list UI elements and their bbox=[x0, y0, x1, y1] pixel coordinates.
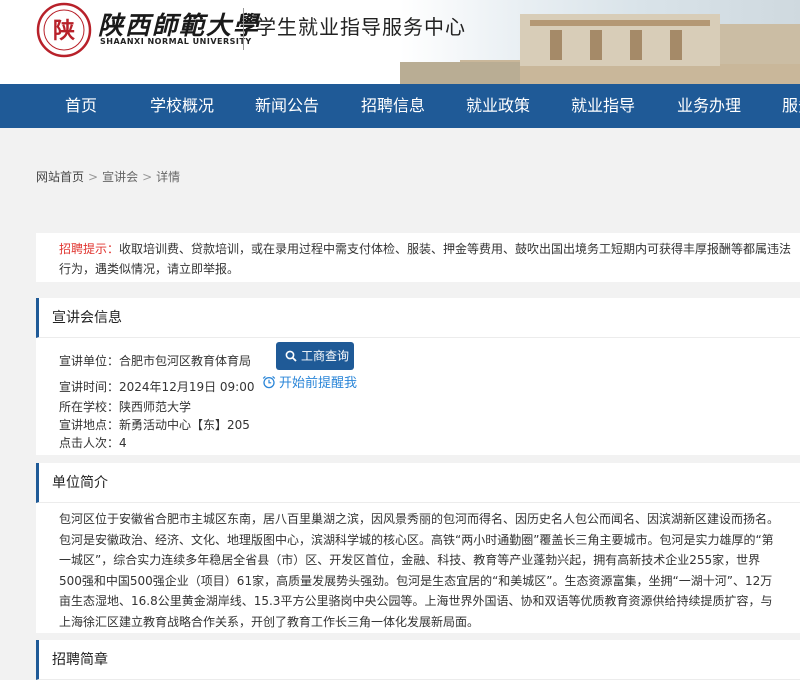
talk-info-section: 宣讲会信息 宣讲单位：合肥市包河区教育体育局 工商查询 宣讲时间：2024年12… bbox=[36, 298, 800, 455]
section-title-talk-info: 宣讲会信息 bbox=[36, 298, 800, 338]
nav-item-school-overview[interactable]: 学校概况 bbox=[150, 84, 214, 128]
nav-item-career-guidance[interactable]: 就业指导 bbox=[571, 84, 635, 128]
unit-value: 合肥市包河区教育体育局 bbox=[119, 354, 252, 368]
nav-item-recruitment[interactable]: 招聘信息 bbox=[361, 84, 425, 128]
business-lookup-label: 工商查询 bbox=[301, 349, 350, 363]
remind-me-link[interactable]: 开始前提醒我 bbox=[262, 372, 357, 391]
remind-me-label: 开始前提醒我 bbox=[279, 376, 358, 391]
location-label: 宣讲地点： bbox=[59, 418, 120, 432]
time-value: 2024年12月19日 09:00 bbox=[119, 380, 255, 394]
nav-item-home[interactable]: 首页 bbox=[65, 84, 97, 128]
location-row: 宣讲地点：新勇活动中心【东】205 bbox=[59, 416, 250, 433]
nav-item-news[interactable]: 新闻公告 bbox=[255, 84, 319, 128]
alarm-clock-icon bbox=[262, 375, 276, 389]
search-icon bbox=[285, 350, 297, 362]
breadcrumb-separator: > bbox=[142, 170, 153, 184]
section-title-unit-intro: 单位简介 bbox=[36, 463, 800, 503]
clicks-row: 点击人次：4 bbox=[59, 434, 127, 451]
school-label: 所在学校： bbox=[59, 400, 120, 414]
unit-row: 宣讲单位：合肥市包河区教育体育局 bbox=[59, 352, 251, 369]
main-nav: 首页 学校概况 新闻公告 招聘信息 就业政策 就业指导 业务办理 服务 bbox=[0, 84, 800, 128]
school-name-en: SHAANXI NORMAL UNIVERSITY bbox=[100, 37, 252, 46]
school-value: 陕西师范大学 bbox=[119, 400, 192, 414]
breadcrumb-talks[interactable]: 宣讲会 bbox=[102, 170, 138, 184]
recruit-brochure-section: 招聘简章 bbox=[36, 640, 800, 680]
warning-text: 收取培训费、贷款培训，或在录用过程中需支付体检、服装、押金等费用、鼓吹出国出境务… bbox=[59, 242, 792, 276]
time-row: 宣讲时间：2024年12月19日 09:00 bbox=[59, 378, 255, 395]
nav-item-employment-policy[interactable]: 就业政策 bbox=[466, 84, 530, 128]
school-seal-icon[interactable]: 陕 bbox=[36, 2, 92, 58]
nav-item-business[interactable]: 业务办理 bbox=[677, 84, 741, 128]
logo-mark: 陕 bbox=[53, 18, 75, 44]
warning-label: 招聘提示： bbox=[59, 242, 120, 256]
clicks-label: 点击人次： bbox=[59, 436, 120, 450]
clicks-value: 4 bbox=[119, 436, 127, 450]
site-title[interactable]: 学生就业指导服务中心 bbox=[256, 11, 466, 40]
business-lookup-button[interactable]: 工商查询 bbox=[276, 342, 354, 370]
unit-intro-section: 单位简介 包河区位于安徽省合肥市主城区东南，居八百里巢湖之滨，因风景秀丽的包河而… bbox=[36, 463, 800, 633]
section-title-recruit: 招聘简章 bbox=[36, 640, 800, 680]
breadcrumb-detail: 详情 bbox=[156, 170, 181, 184]
breadcrumb: 网站首页 > 宣讲会 > 详情 bbox=[36, 168, 180, 185]
breadcrumb-home[interactable]: 网站首页 bbox=[36, 170, 84, 184]
breadcrumb-separator: > bbox=[88, 170, 99, 184]
school-row: 所在学校：陕西师范大学 bbox=[59, 398, 191, 415]
recruitment-warning: 招聘提示：收取培训费、贷款培训，或在录用过程中需支付体检、服装、押金等费用、鼓吹… bbox=[36, 233, 800, 282]
time-label: 宣讲时间： bbox=[59, 380, 120, 394]
location-value: 新勇活动中心【东】205 bbox=[119, 418, 250, 432]
site-header: 陕 陕西師範大學 SHAANXI NORMAL UNIVERSITY 学生就业指… bbox=[0, 0, 800, 84]
logo-divider bbox=[243, 8, 244, 50]
unit-label: 宣讲单位： bbox=[59, 354, 120, 368]
unit-intro-text: 包河区位于安徽省合肥市主城区东南，居八百里巢湖之滨，因风景秀丽的包河而得名、因历… bbox=[59, 512, 780, 629]
nav-item-service[interactable]: 服务 bbox=[782, 84, 800, 128]
